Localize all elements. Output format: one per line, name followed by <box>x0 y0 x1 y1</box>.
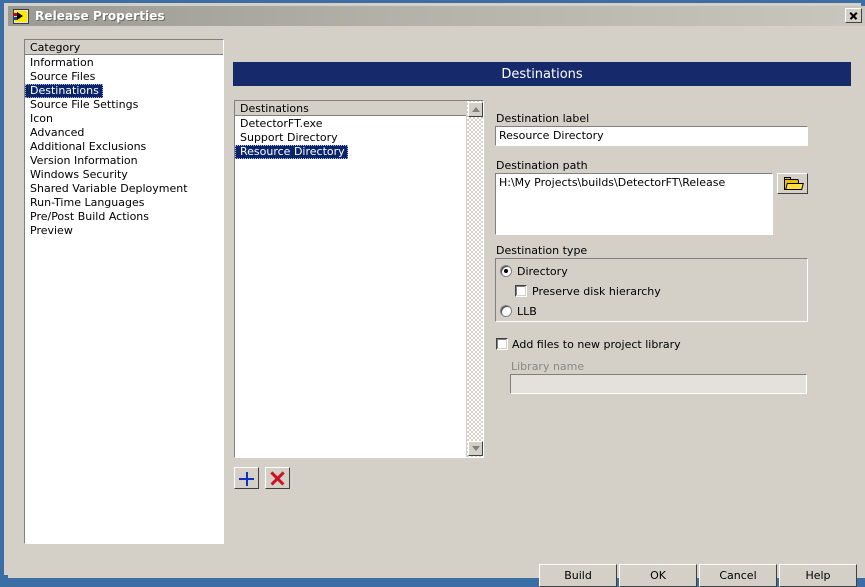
close-icon[interactable] <box>845 8 862 23</box>
ok-button[interactable]: OK <box>619 564 697 587</box>
list-item[interactable]: Resource Directory <box>235 145 348 159</box>
library-name-label: Library name <box>511 360 585 373</box>
delete-destination-button[interactable] <box>265 467 290 489</box>
folder-open-icon <box>784 177 804 190</box>
category-panel: Category Information Source Files Destinat… <box>24 39 224 544</box>
library-name-input[interactable] <box>510 374 807 394</box>
category-header: Category <box>25 40 223 55</box>
release-properties-window: Release Properties Category Information S… <box>0 0 865 587</box>
sidebar-item-version-information[interactable]: Version Information <box>25 154 223 168</box>
sidebar-item-shared-variable-deployment[interactable]: Shared Variable Deployment <box>25 182 223 196</box>
list-item[interactable]: DetectorFT.exe <box>235 117 483 131</box>
destinations-list-header: Destinations <box>235 101 466 116</box>
sidebar-item-destinations[interactable]: Destinations <box>25 84 103 98</box>
window-title: Release Properties <box>35 9 165 23</box>
browse-path-button[interactable] <box>777 173 808 194</box>
sidebar-item-additional-exclusions[interactable]: Additional Exclusions <box>25 140 223 154</box>
destination-type-label: Destination type <box>496 244 588 257</box>
sidebar-item-windows-security[interactable]: Windows Security <box>25 168 223 182</box>
preserve-disk-hierarchy-label: Preserve disk hierarchy <box>532 285 661 298</box>
sidebar-item-source-file-settings[interactable]: Source File Settings <box>25 98 223 112</box>
sidebar-item-advanced[interactable]: Advanced <box>25 126 223 140</box>
dialog-client-area: Category Information Source Files Destinat… <box>8 26 865 587</box>
destination-label-input[interactable]: Resource Directory <box>495 126 808 146</box>
destinations-scrollbar[interactable] <box>466 101 483 457</box>
radio-directory-label: Directory <box>517 265 568 278</box>
sidebar-item-source-files[interactable]: Source Files <box>25 70 223 84</box>
sidebar-item-information[interactable]: Information <box>25 56 223 70</box>
page-title-banner: Destinations <box>233 62 851 86</box>
sidebar-item-pre-post-build-actions[interactable]: Pre/Post Build Actions <box>25 210 223 224</box>
sidebar-item-preview[interactable]: Preview <box>25 224 223 238</box>
labview-vi-icon <box>13 8 29 24</box>
category-list[interactable]: Information Source Files Destinations Sourc… <box>25 55 223 238</box>
scroll-down-icon[interactable] <box>468 441 483 456</box>
destination-label-label: Destination label <box>496 112 590 125</box>
title-bar: Release Properties <box>8 6 865 26</box>
checkbox-preserve-disk-hierarchy[interactable] <box>515 285 527 297</box>
sidebar-item-run-time-languages[interactable]: Run-Time Languages <box>25 196 223 210</box>
destination-path-input[interactable]: H:\My Projects\builds\DetectorFT\Release <box>495 173 773 235</box>
help-button[interactable]: Help <box>779 564 857 587</box>
radio-destination-type-directory[interactable] <box>500 265 512 277</box>
destination-path-label: Destination path <box>496 159 588 172</box>
destinations-list[interactable]: DetectorFT.exe Support Directory Resource … <box>235 116 483 159</box>
cancel-button[interactable]: Cancel <box>699 564 777 587</box>
build-button[interactable]: Build <box>539 564 617 587</box>
destinations-listbox[interactable]: Destinations DetectorFT.exe Support Direc… <box>234 100 484 458</box>
list-item[interactable]: Support Directory <box>235 131 483 145</box>
add-files-to-library-label: Add files to new project library <box>512 338 681 351</box>
add-destination-button[interactable] <box>234 467 259 489</box>
page-title: Destinations <box>501 66 583 82</box>
sidebar-item-icon[interactable]: Icon <box>25 112 223 126</box>
radio-llb-label: LLB <box>517 305 537 318</box>
scroll-up-icon[interactable] <box>468 102 483 117</box>
radio-destination-type-llb[interactable] <box>500 305 512 317</box>
checkbox-add-files-to-library[interactable] <box>496 338 508 350</box>
